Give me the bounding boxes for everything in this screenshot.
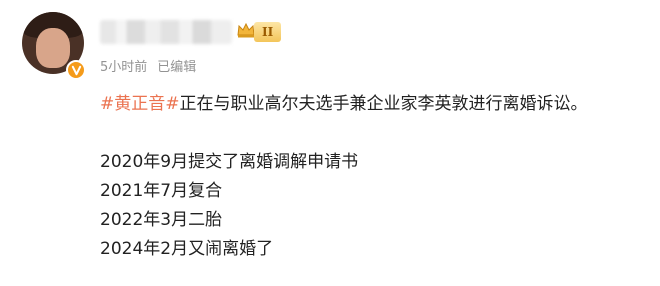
weibo-post-card: II 5小时前 已编辑 #黄正音#正在与职业高尔夫选手兼企业家李英敦进行离婚诉讼… [0, 0, 660, 286]
post-time[interactable]: 5小时前 [100, 56, 147, 75]
post-first-line: #黄正音#正在与职业高尔夫选手兼企业家李英敦进行离婚诉讼。 [100, 90, 650, 119]
timeline-line: 2020年9月提交了离婚调解申请书 [100, 152, 359, 172]
verified-v-icon [66, 60, 86, 80]
post-meta: 5小时前 已编辑 [100, 56, 196, 75]
post-content: #黄正音#正在与职业高尔夫选手兼企业家李英敦进行离婚诉讼。 2020年9月提交了… [100, 90, 650, 264]
avatar-face [36, 28, 70, 68]
timeline-line: 2022年3月二胎 [100, 210, 223, 230]
member-level-badge[interactable]: II [254, 22, 282, 42]
timeline-line: 2024年2月又闹离婚了 [100, 239, 274, 259]
crown-icon [237, 22, 255, 38]
hashtag-link[interactable]: #黄正音# [100, 94, 180, 114]
username-blurred[interactable] [100, 20, 232, 44]
member-level-label: II [262, 25, 274, 39]
timeline-line: 2021年7月复合 [100, 181, 223, 201]
edited-label[interactable]: 已编辑 [157, 56, 196, 75]
avatar-container[interactable] [22, 12, 88, 80]
post-first-line-text: 正在与职业高尔夫选手兼企业家李英敦进行离婚诉讼。 [179, 94, 588, 114]
